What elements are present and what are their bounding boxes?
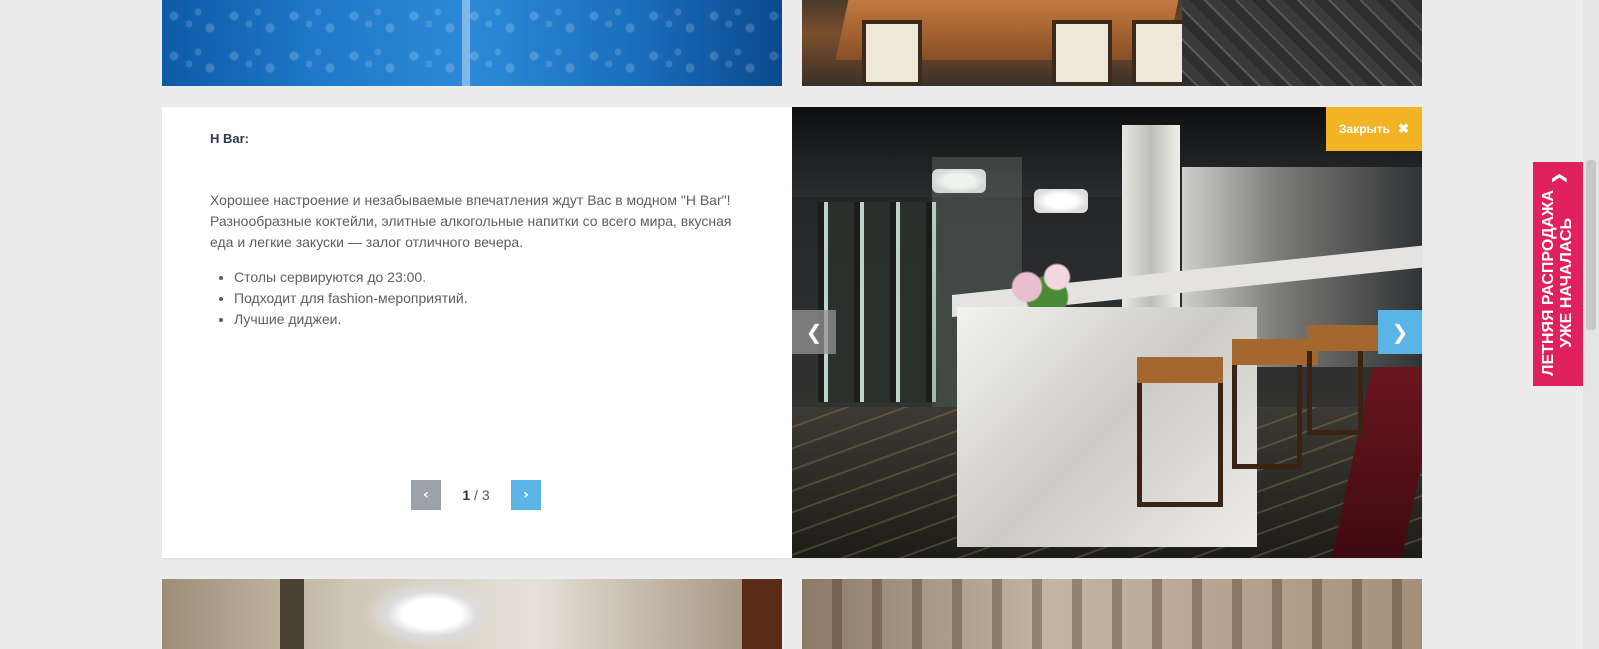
pager-prev-button[interactable]: ‹ [411, 480, 441, 510]
slider-prev-button[interactable]: ❮ [792, 310, 836, 354]
wine-cabinet [818, 202, 938, 402]
pager-total: / 3 [474, 487, 490, 503]
scrollbar[interactable] [1583, 0, 1599, 649]
card-description: Хорошее настроение и незабываемые впечат… [210, 192, 732, 250]
chevron-right-icon: › [523, 487, 529, 503]
close-label: Закрыть [1339, 122, 1391, 136]
pager-next-button[interactable]: › [511, 480, 541, 510]
bar-stool [1307, 325, 1393, 435]
photo-slider: Закрыть ✖ ❮ ❯ [792, 107, 1422, 558]
summer-sale-line2: УЖЕ НАЧАЛАСЬ [1558, 217, 1576, 348]
list-item: Подходит для fashion-мероприятий. [234, 288, 744, 309]
tile-room-image[interactable] [802, 579, 1422, 649]
chevron-up-icon: ❯ [1550, 172, 1567, 184]
slider-next-button[interactable]: ❯ [1378, 310, 1422, 354]
page: H Bar: Хорошее настроение и незабываемые… [0, 0, 1599, 649]
summer-sale-tab[interactable]: ЛЕТНЯЯ РАСПРОДАЖА УЖЕ НАЧАЛАСЬ ❯ [1533, 162, 1583, 386]
chevron-right-icon: ❯ [1391, 320, 1409, 344]
summer-sale-lines: ЛЕТНЯЯ РАСПРОДАЖА УЖЕ НАЧАЛАСЬ [1540, 190, 1576, 376]
feature-list: Столы сервируются до 23:00. Подходит для… [210, 267, 744, 330]
list-item: Столы сервируются до 23:00. [234, 267, 744, 288]
chevron-left-icon: ‹ [423, 487, 429, 503]
card-pager: ‹ 1 / 3 › [411, 480, 541, 510]
card-text-panel: H Bar: Хорошее настроение и незабываемые… [162, 107, 792, 558]
restaurant-floor [1182, 0, 1422, 86]
close-icon: ✖ [1398, 121, 1409, 136]
restaurant-chair [862, 20, 922, 86]
card-title: H Bar: [210, 131, 250, 146]
close-button[interactable]: Закрыть ✖ [1326, 107, 1422, 151]
tile-lounge-image[interactable] [162, 579, 782, 649]
scrollbar-thumb[interactable] [1586, 160, 1596, 330]
pager-count: 1 / 3 [441, 487, 511, 503]
lounge-lamp [362, 579, 502, 649]
chevron-left-icon: ❮ [805, 320, 823, 344]
lounge-pillar [280, 579, 304, 649]
restaurant-chair [1052, 20, 1112, 86]
list-item: Лучшие диджеи. [234, 309, 744, 330]
pendant-lamp [1034, 189, 1088, 213]
flower-arrangement [997, 257, 1097, 307]
tile-restaurant-image[interactable] [802, 0, 1422, 86]
bar-stool [1137, 357, 1223, 507]
h-bar-card: H Bar: Хорошее настроение и незабываемые… [162, 107, 1422, 558]
summer-sale-text: ЛЕТНЯЯ РАСПРОДАЖА УЖЕ НАЧАЛАСЬ ❯ [1540, 172, 1576, 376]
bar-stool [1232, 339, 1318, 469]
summer-sale-line1: ЛЕТНЯЯ РАСПРОДАЖА [1540, 189, 1558, 376]
tile-pool-image[interactable] [162, 0, 782, 86]
lounge-wood-panel [742, 579, 782, 649]
pager-current: 1 [462, 487, 471, 503]
